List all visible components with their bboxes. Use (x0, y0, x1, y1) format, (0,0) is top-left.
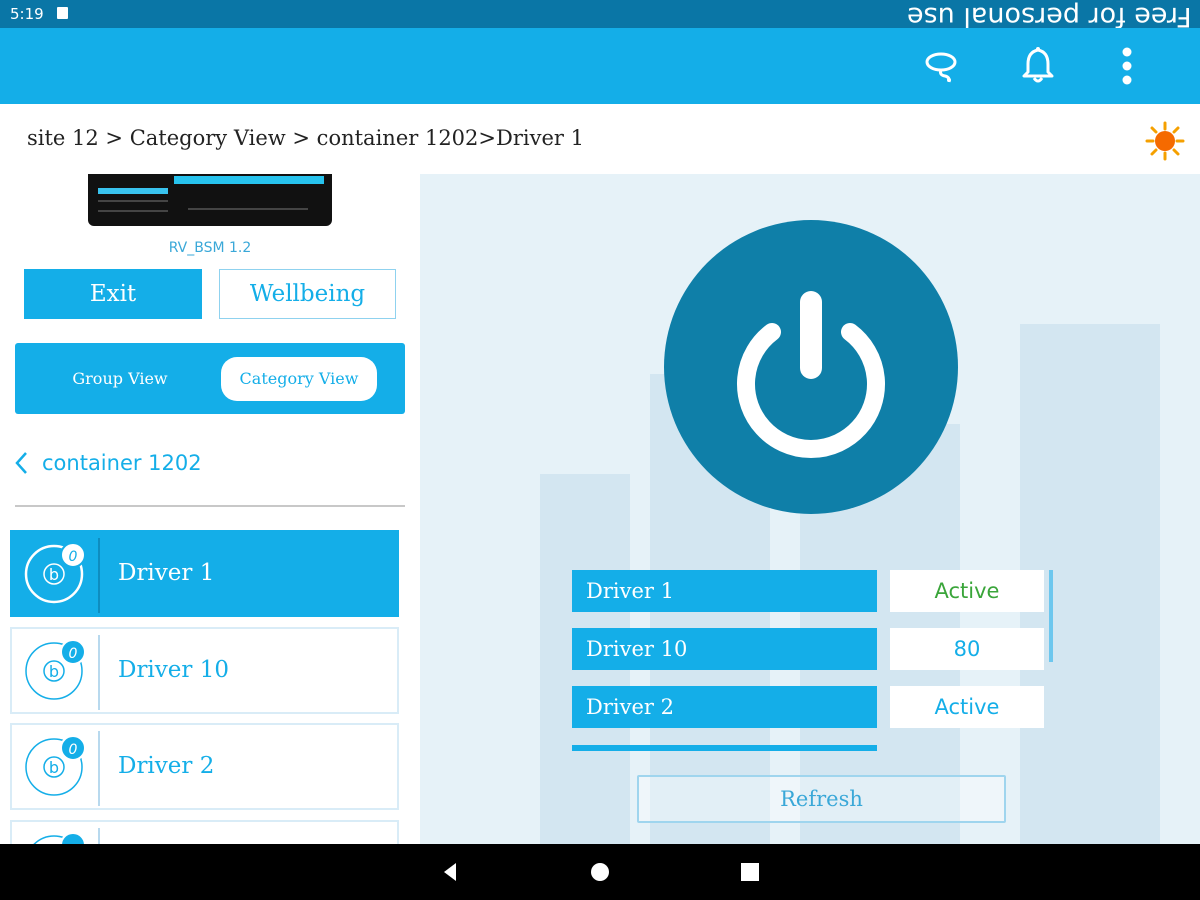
driver-card-partial[interactable] (10, 820, 399, 844)
svg-text:b: b (49, 565, 59, 584)
row-value: Active (890, 570, 1044, 612)
navigation-bar (0, 844, 1200, 900)
notification-icon (57, 7, 68, 19)
table-scrollbar[interactable] (1049, 570, 1053, 662)
row-value: 80 (890, 628, 1044, 670)
power-icon (737, 291, 885, 458)
bell-icon[interactable] (1018, 46, 1058, 86)
chevron-left-icon (15, 452, 27, 474)
lasso-icon[interactable] (922, 46, 962, 86)
driver-card[interactable]: b 0 Driver 1 (10, 530, 399, 617)
driver-label: Driver 1 (118, 560, 215, 586)
home-icon[interactable] (585, 858, 615, 886)
driver-badge: 0 (60, 735, 86, 761)
row-name: Driver 2 (572, 686, 877, 728)
wellbeing-button[interactable]: Wellbeing (219, 269, 396, 319)
driver-badge: 0 (60, 639, 86, 665)
exit-button[interactable]: Exit (24, 269, 202, 319)
divider (15, 505, 405, 507)
status-time: 5:19 (10, 5, 44, 23)
overflow-menu-icon[interactable] (1107, 46, 1147, 86)
power-button[interactable] (664, 220, 958, 514)
row-name: Driver 10 (572, 628, 877, 670)
breadcrumb-bar: site 12 > Category View > container 1202… (0, 104, 1200, 174)
view-toggle: Group View Category View (15, 343, 405, 414)
main-panel: Driver 1 Active Driver 10 80 Driver 2 Ac… (420, 174, 1200, 844)
row-value: Active (890, 686, 1044, 728)
driver-badge: 0 (60, 542, 86, 568)
back-link[interactable]: container 1202 (14, 448, 202, 478)
app-bar (0, 28, 1200, 104)
table-row-partial (572, 745, 877, 751)
refresh-button[interactable]: Refresh (637, 775, 1006, 823)
recents-icon[interactable] (735, 858, 765, 886)
sidebar: RV_BSM 1.2 Exit Wellbeing Group View Cat… (0, 174, 420, 844)
status-bar: 5:19 Free for personal use (0, 0, 1200, 32)
svg-text:b: b (49, 662, 59, 681)
driver-card[interactable]: b 0 Driver 2 (10, 723, 399, 810)
row-name: Driver 1 (572, 570, 877, 612)
back-icon[interactable] (436, 858, 466, 886)
svg-text:b: b (49, 758, 59, 777)
driver-card[interactable]: b 0 Driver 10 (10, 627, 399, 714)
driver-label: Driver 2 (118, 753, 215, 779)
device-thumbnail (88, 174, 332, 226)
back-link-label: container 1202 (42, 451, 202, 475)
breadcrumb: site 12 > Category View > container 1202… (27, 126, 584, 150)
category-view-tab[interactable]: Category View (221, 357, 377, 401)
sun-icon (1145, 121, 1185, 161)
driver-label: Driver 10 (118, 657, 229, 683)
group-view-tab[interactable]: Group View (15, 343, 225, 414)
device-name: RV_BSM 1.2 (168, 240, 252, 256)
